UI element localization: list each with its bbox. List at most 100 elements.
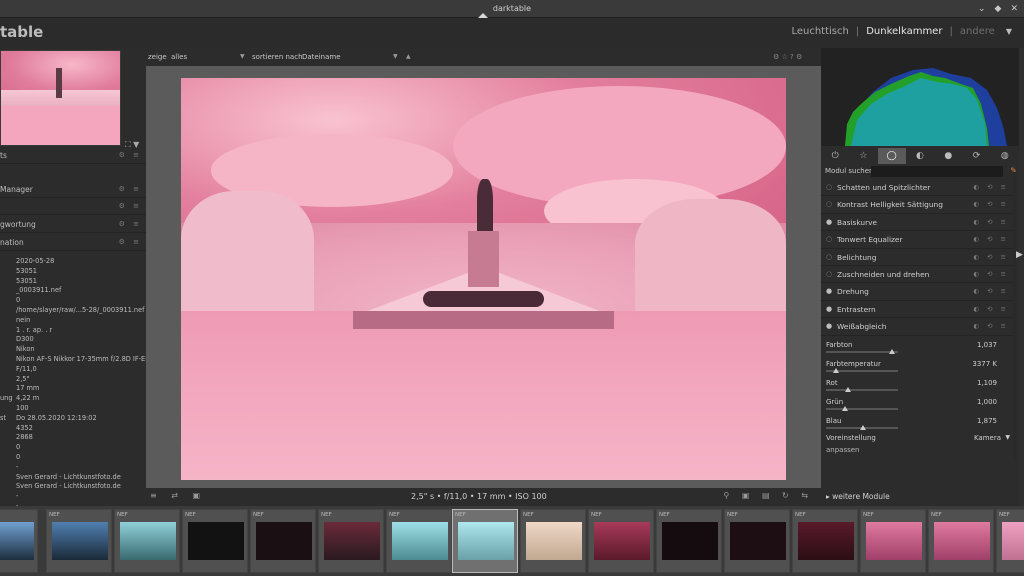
module-name: Kontrast Helligkeit Sättigung [837,200,943,210]
module-power-icon[interactable]: ○ [826,196,832,213]
module-item[interactable]: ○ Zuschneiden und drehen ◐ ⟲ ≡ [821,266,1013,284]
show-dropdown-icon[interactable]: ▼ [240,53,245,60]
module-controls-icon[interactable]: ◐ ⟲ ≡ [973,231,1009,248]
module-power-icon[interactable]: ○ [826,179,832,196]
left-section-manager[interactable]: Manager ⚙ ≡ [0,181,146,198]
sort-select[interactable]: Dateiname [302,53,341,61]
section-controls-icon[interactable]: ⚙ ≡ [119,181,142,198]
left-section-tag[interactable]: ⚙ ≡ [0,198,146,215]
module-controls-icon[interactable]: ◐ ⟲ ≡ [973,179,1009,196]
module-controls-icon[interactable]: ◐ ⟲ ≡ [973,301,1009,318]
filmstrip-thumbnail[interactable]: NEF [452,509,518,573]
module-search-input[interactable] [871,166,1003,177]
module-power-icon[interactable]: ● [826,301,832,318]
module-power-icon[interactable]: ● [826,214,832,231]
slider-knob[interactable] [889,349,896,354]
group-correct-icon[interactable]: ⟳ [962,148,990,164]
bottom-left-icons[interactable]: ≡ ⇄ ▣ [150,491,206,500]
minimize-icon[interactable]: ⌄ [978,0,986,18]
section-controls-icon[interactable]: ⚙ ≡ [119,147,142,164]
module-power-icon[interactable]: ○ [826,266,832,283]
filmstrip-thumbnail[interactable]: NEF [46,509,112,573]
filmstrip-thumbnail[interactable]: NEF [656,509,722,573]
wb-farbton-slider[interactable]: Farbton 1,037 [821,337,1013,356]
group-basic-icon[interactable]: ◯ [877,148,906,164]
module-controls-icon[interactable]: ◐ ⟲ ≡ [973,214,1009,231]
filmstrip-thumbnail[interactable]: NEF [724,509,790,573]
filmstrip-thumbnail[interactable]: NEF [860,509,926,573]
wb-blau-slider[interactable]: Blau 1,875 [821,413,1013,432]
info-value: Nikon [16,345,35,354]
filmstrip-thumbnail[interactable]: NEF [792,509,858,573]
view-other[interactable]: andere [960,26,995,37]
info-value: _0003911.nef [16,286,62,295]
maximize-icon[interactable]: ◆ [995,0,1002,18]
center-bottom-bar: ≡ ⇄ ▣ 2,5" s • f/11,0 • 17 mm • ISO 100 … [146,488,821,506]
module-item[interactable]: ○ Kontrast Helligkeit Sättigung ◐ ⟲ ≡ [821,196,1013,214]
group-color-icon[interactable]: ● [934,148,962,164]
wb-rot-slider[interactable]: Rot 1,109 [821,375,1013,394]
left-section-snapshots[interactable]: ts ⚙ ≡ [0,147,146,164]
slider-knob[interactable] [860,425,867,430]
window-title: darktable [492,4,532,13]
module-power-icon[interactable]: ● [826,318,832,335]
group-favorites-icon[interactable]: ☆ [849,148,877,164]
module-controls-icon[interactable]: ◐ ⟲ ≡ [973,196,1009,213]
slider-knob[interactable] [833,368,840,373]
module-item[interactable]: ○ Schatten und Spitzlichter ◐ ⟲ ≡ [821,179,1013,197]
module-item[interactable]: ● Drehung ◐ ⟲ ≡ [821,283,1013,301]
filmstrip-thumbnail[interactable]: NEF [0,509,38,573]
histogram[interactable] [821,48,1019,146]
more-modules[interactable]: ▸ weitere Module [821,488,1019,506]
module-power-icon[interactable]: ○ [826,249,832,266]
close-icon[interactable]: ✕ [1010,0,1018,18]
left-section-geotagging[interactable]: gwortung ⚙ ≡ [0,216,146,233]
filmstrip-thumbnail[interactable]: NEF [318,509,384,573]
slider-knob[interactable] [844,387,851,392]
wb-adjust-section[interactable]: anpassen [821,445,1013,457]
wb-gruen-slider[interactable]: Grün 1,000 [821,394,1013,413]
filmstrip-thumbnail[interactable]: NEF [250,509,316,573]
sort-direction-icon[interactable]: ▲ [406,53,411,60]
section-controls-icon[interactable]: ⚙ ≡ [119,198,142,215]
bottom-right-icons[interactable]: ⚲ ▣ ▤ ↻ ⇆ [723,491,813,500]
module-power-icon[interactable]: ○ [826,231,832,248]
module-item[interactable]: ● Basiskurve ◐ ⟲ ≡ [821,214,1013,232]
sort-dropdown-icon[interactable]: ▼ [393,53,398,60]
wb-farbtemperatur-slider[interactable]: Farbtemperatur 3377 K [821,356,1013,375]
slider-knob[interactable] [842,406,849,411]
filmstrip-thumbnail[interactable]: NEF [588,509,654,573]
filmstrip-thumbnail[interactable]: NEF [386,509,452,573]
module-item[interactable]: ○ Belichtung ◐ ⟲ ≡ [821,249,1013,266]
view-lighttable[interactable]: Leuchttisch [791,26,848,37]
view-other-dropdown-icon[interactable]: ▼ [1006,27,1012,36]
module-item[interactable]: ● Entrastern ◐ ⟲ ≡ [821,301,1013,319]
show-select[interactable]: alles [171,53,187,61]
module-controls-icon[interactable]: ◐ ⟲ ≡ [973,249,1009,266]
filmstrip-thumbnail[interactable]: NEF [928,509,994,573]
right-panel-collapse-icon[interactable]: ▶ [1016,250,1023,260]
filmstrip-thumbnail[interactable]: NEF [520,509,586,573]
filmstrip-thumbnail[interactable]: NEF [996,509,1024,573]
module-item[interactable]: ● Weißabgleich ◐ ⟲ ≡ [821,318,1013,336]
navigation-thumbnail[interactable] [0,50,121,146]
raw-badge: NEF [253,512,264,518]
section-controls-icon[interactable]: ⚙ ≡ [119,216,142,233]
module-controls-icon[interactable]: ◐ ⟲ ≡ [973,266,1009,283]
left-section-image-information[interactable]: nation ⚙ ≡ [0,234,146,251]
module-power-icon[interactable]: ● [826,283,832,300]
filmstrip-thumbnail[interactable]: NEF [114,509,180,573]
right-panel-scrollbar[interactable] [1013,172,1016,462]
module-controls-icon[interactable]: ◐ ⟲ ≡ [973,283,1009,300]
main-image[interactable] [181,78,786,480]
group-effects-icon[interactable]: ◍ [991,148,1019,164]
filmstrip-thumbnail[interactable]: NEF [182,509,248,573]
view-darkroom[interactable]: Dunkelkammer [866,26,942,37]
section-controls-icon[interactable]: ⚙ ≡ [119,234,142,251]
module-controls-icon[interactable]: ◐ ⟲ ≡ [973,318,1009,335]
group-tone-icon[interactable]: ◐ [906,148,934,164]
wb-preset-select[interactable]: Voreinstellung Kamera ▼ [821,432,1013,445]
group-active-modules-icon[interactable]: ⏻ [821,148,849,164]
toolbar-icons[interactable]: ⚙ ☆ ? ⚙ [773,53,802,61]
module-item[interactable]: ○ Tonwert Equalizer ◐ ⟲ ≡ [821,231,1013,249]
